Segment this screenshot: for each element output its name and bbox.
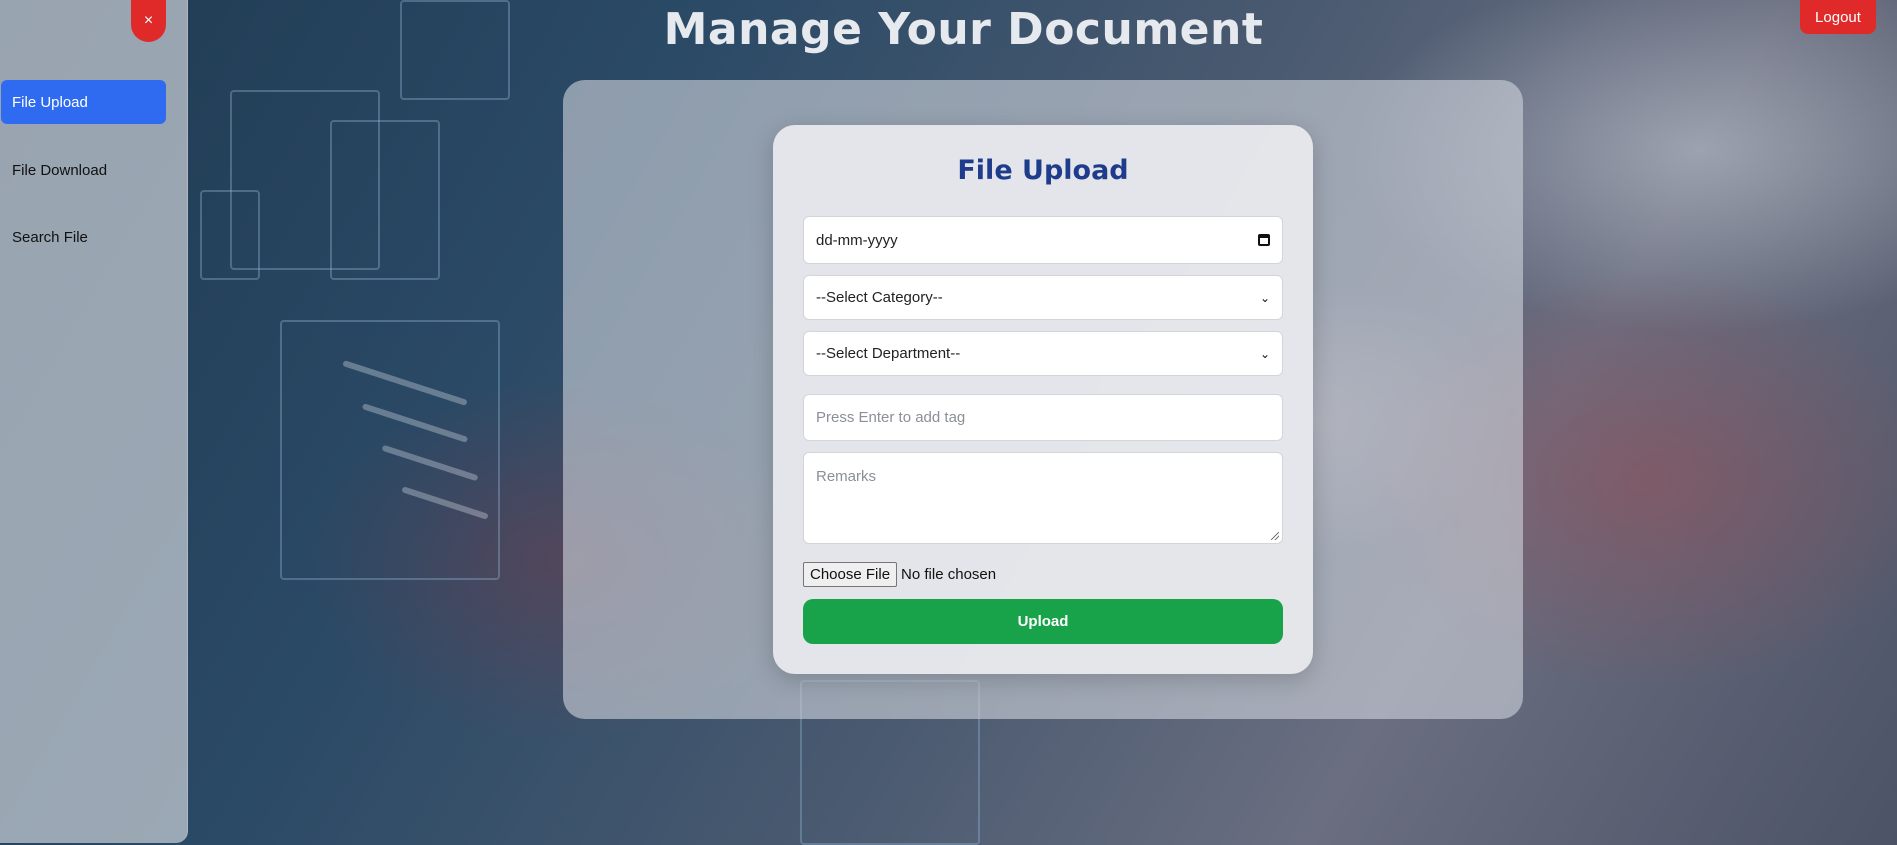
remarks-placeholder: Remarks [816, 468, 877, 485]
date-input[interactable]: dd-mm-yyyy [803, 216, 1283, 264]
sidebar-item-file-download[interactable]: File Download [1, 148, 166, 192]
category-select[interactable]: --Select Category-- ⌄ [803, 275, 1283, 320]
department-select-value: --Select Department-- [816, 345, 961, 362]
card-title: File Upload [957, 155, 1129, 186]
chevron-down-icon: ⌄ [1259, 290, 1270, 305]
sidebar-item-label: File Upload [12, 93, 88, 111]
remarks-textarea[interactable]: Remarks [803, 452, 1283, 544]
department-select[interactable]: --Select Department-- ⌄ [803, 331, 1283, 376]
choose-file-button[interactable]: Choose File [803, 562, 898, 587]
sidebar-item-label: File Download [12, 161, 108, 179]
chevron-down-icon: ⌄ [1259, 346, 1270, 361]
file-status-text: No file chosen [901, 566, 997, 583]
tag-input-placeholder: Press Enter to add tag [816, 409, 966, 426]
sidebar-item-label: Search File [12, 228, 88, 246]
logout-button[interactable]: Logout [1800, 0, 1876, 34]
date-input-value: dd-mm-yyyy [816, 231, 898, 249]
sidebar-item-search-file[interactable]: Search File [1, 215, 166, 259]
page-title: Manage Your Document [663, 4, 1264, 55]
calendar-icon[interactable] [1258, 234, 1270, 246]
resize-handle-icon[interactable] [1271, 532, 1279, 540]
sidebar-item-file-upload[interactable]: File Upload [1, 80, 166, 124]
file-upload-card: File Upload dd-mm-yyyy --Select Category… [773, 125, 1313, 674]
upload-button[interactable]: Upload [803, 599, 1283, 644]
file-input: Choose File No file chosen [803, 562, 996, 587]
sidebar: × File Upload File Download Search File [0, 0, 188, 843]
tag-input[interactable]: Press Enter to add tag [803, 394, 1283, 441]
category-select-value: --Select Category-- [816, 289, 943, 306]
